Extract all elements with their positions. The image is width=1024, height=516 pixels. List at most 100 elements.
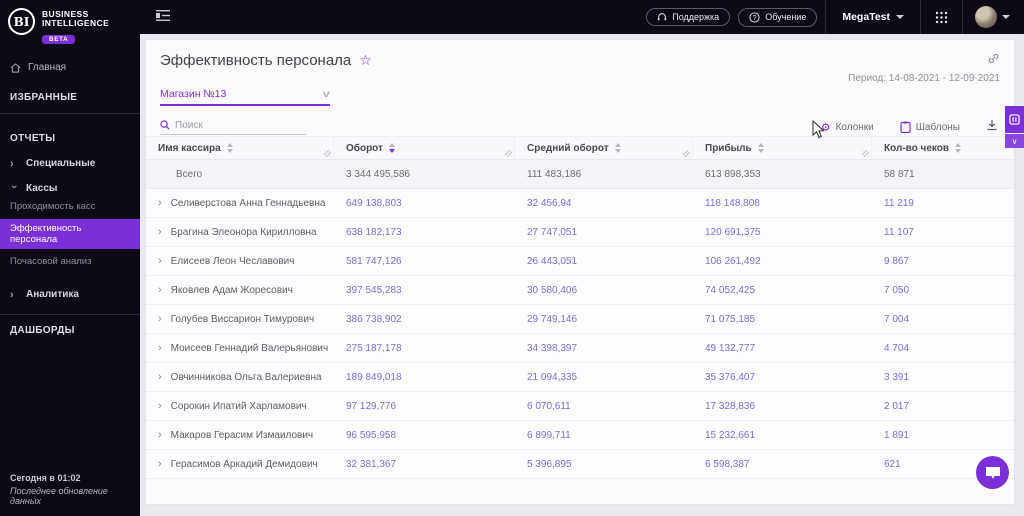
expand-row-icon[interactable]: › [158, 226, 162, 238]
download-button[interactable] [986, 118, 998, 136]
sidebar-item[interactable]: Почасовой анализ [0, 252, 140, 271]
sort-icon[interactable] [388, 143, 395, 153]
expand-row-icon[interactable]: › [158, 400, 162, 412]
profit-value: 49 132,777 [705, 342, 756, 354]
table-row[interactable]: › Селиверстова Анна Геннадьевна 649 138,… [146, 189, 1014, 218]
sidebar-section-reports[interactable]: ОТЧЕТЫ [0, 133, 140, 144]
column-settings-button[interactable] [1005, 106, 1024, 133]
table-row[interactable]: › Елисеев Леон Чеславович 581 747,126 26… [146, 247, 1014, 276]
cashier-name: Яковлев Адам Жоресович [170, 284, 293, 296]
cashier-name: Герасимов Аркадий Демидович [170, 458, 318, 470]
chevron-down-icon [1002, 15, 1010, 19]
avg-turnover-value: 5 396,895 [527, 458, 572, 470]
columns-button[interactable]: ⚙ Колонки [821, 121, 874, 134]
chat-bubble-icon [985, 467, 1000, 479]
table-row[interactable]: › Брагина Элеонора Кирилловна 638 182,17… [146, 218, 1014, 247]
table-row[interactable]: › Сорокин Ипатий Харламович 97 129,776 6… [146, 392, 1014, 421]
profit-value: 71 075,185 [705, 313, 756, 325]
last-update-time: Сегодня в 01:02 [10, 473, 81, 483]
table-row[interactable]: › Голубев Виссарион Тимурович 386 738,90… [146, 305, 1014, 334]
svg-text:?: ? [753, 14, 757, 21]
chevron-right-icon: › [10, 157, 14, 170]
sidebar-section-dashboards[interactable]: ДАШБОРДЫ [0, 325, 140, 336]
expand-row-icon[interactable]: › [158, 458, 162, 470]
turnover-value: 397 545,283 [346, 284, 402, 296]
column-header[interactable]: Средний оборот [515, 137, 693, 159]
expand-row-icon[interactable]: › [158, 313, 162, 325]
sidebar-item-label: Главная [28, 62, 67, 73]
apps-grid-button[interactable] [921, 0, 962, 34]
avg-turnover-value: 21 094,335 [527, 371, 578, 383]
sidebar-toggle-button[interactable] [156, 8, 170, 26]
receipts-value: 11 107 [884, 226, 914, 238]
sidebar-section-favorites[interactable]: ИЗБРАННЫЕ [0, 92, 140, 103]
table-header-row: Имя кассира Оборот Средний оборот Прибыл… [146, 136, 1014, 160]
cashier-name-cell: › Моисеев Геннадий Валерьянович [146, 342, 334, 354]
avg-turnover-value: 34 398,397 [527, 342, 578, 354]
table-row[interactable]: › Моисеев Геннадий Валерьянович 275 187,… [146, 334, 1014, 363]
receipts-value: 7 004 [884, 313, 910, 325]
sidebar-item-home[interactable]: Главная [0, 62, 140, 73]
sidebar-group-kassy[interactable]: › Кассы [0, 183, 140, 194]
sidebar-item[interactable]: Проходимость касс [0, 197, 140, 216]
template-icon [900, 121, 911, 133]
sidebar-item[interactable]: Эффективность персонала [0, 219, 140, 249]
table-row[interactable]: › Яковлев Адам Жоресович 397 545,283 30 … [146, 276, 1014, 305]
table-row[interactable]: › Овчинникова Ольга Валериевна 189 849,0… [146, 363, 1014, 392]
expand-row-icon[interactable]: › [158, 371, 162, 383]
sort-icon[interactable] [614, 143, 621, 153]
column-header[interactable]: Имя кассира [146, 137, 334, 159]
column-header-label: Прибыль [705, 142, 752, 154]
training-button[interactable]: ? Обучение [738, 7, 818, 27]
column-header[interactable]: Оборот [334, 137, 515, 159]
expand-row-icon[interactable]: › [158, 342, 162, 354]
search-box[interactable] [160, 119, 306, 135]
sidebar-group-label: Специальные [26, 158, 96, 169]
receipts-value: 11 219 [884, 197, 914, 209]
org-switcher[interactable]: MegaTest [826, 11, 920, 23]
templates-label: Шаблоны [915, 121, 960, 133]
sidebar-kassy-items: Проходимость касс Эффективность персонал… [0, 197, 140, 271]
profit-value: 6 598,387 [705, 458, 750, 470]
column-resize-handle[interactable] [862, 150, 869, 157]
turnover-value: 96 595,958 [346, 429, 397, 441]
table-row[interactable]: › Герасимов Аркадий Демидович 32 381,367… [146, 450, 1014, 479]
sidebar-group-analytics[interactable]: › Аналитика [0, 289, 140, 300]
question-circle-icon: ? [749, 11, 760, 23]
gear-icon: ⚙ [820, 121, 831, 134]
column-resize-handle[interactable] [505, 150, 512, 157]
expand-row-icon[interactable]: › [158, 197, 162, 209]
collapse-menu-icon [156, 10, 170, 21]
search-icon [160, 120, 170, 130]
totals-row: Всего 3 344 495,586 111 483,186 613 898,… [146, 160, 1014, 189]
sort-icon[interactable] [955, 143, 962, 153]
user-menu[interactable] [963, 6, 1024, 28]
favorite-star-icon[interactable]: ☆ [359, 52, 372, 69]
expand-row-icon[interactable]: › [158, 429, 162, 441]
support-button[interactable]: Поддержка [646, 8, 731, 26]
expand-row-icon[interactable]: › [158, 284, 162, 296]
scroll-columns-button[interactable]: ∨ [1005, 134, 1024, 148]
cashier-name: Голубев Виссарион Тимурович [170, 313, 315, 325]
column-resize-handle[interactable] [324, 150, 331, 157]
templates-button[interactable]: Шаблоны [900, 121, 960, 133]
column-header[interactable]: Прибыль [693, 137, 872, 159]
turnover-value: 189 849,018 [346, 371, 402, 383]
profit-value: 120 691,375 [705, 226, 761, 238]
avg-turnover-value: 30 580,406 [527, 284, 578, 296]
sort-icon[interactable] [226, 143, 233, 153]
chat-button[interactable] [976, 456, 1009, 489]
cashier-name-cell: › Сорокин Ипатий Харламович [146, 400, 334, 412]
expand-row-icon[interactable]: › [158, 255, 162, 267]
totals-receipts: 58 871 [884, 168, 915, 180]
table-row[interactable]: › Макаров Герасим Измаилович 96 595,958 … [146, 421, 1014, 450]
copy-link-button[interactable] [987, 52, 1000, 70]
search-input[interactable] [175, 119, 295, 131]
store-filter-select[interactable]: Магазин №13 ∨ [160, 88, 332, 106]
column-header[interactable]: Кол-во чеков [872, 137, 1014, 159]
sort-icon[interactable] [757, 143, 764, 153]
receipts-value: 3 391 [884, 371, 910, 383]
profit-value: 106 261,492 [705, 255, 761, 267]
column-resize-handle[interactable] [683, 150, 690, 157]
sidebar-group-special[interactable]: › Специальные [0, 158, 140, 169]
